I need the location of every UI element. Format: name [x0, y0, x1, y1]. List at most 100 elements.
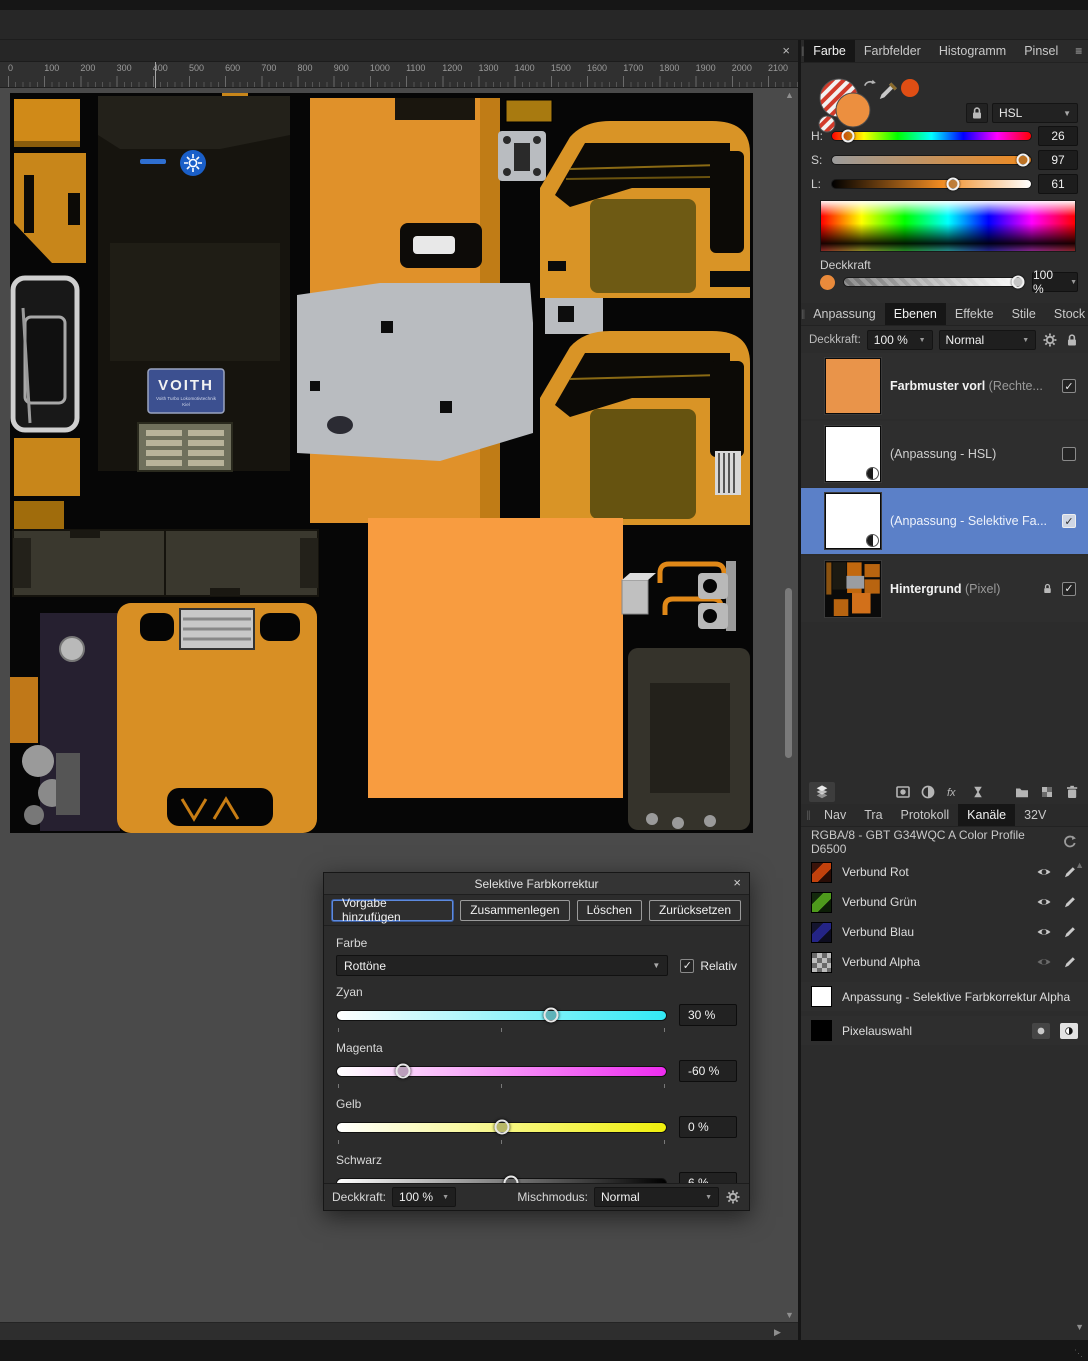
selection-half-icon[interactable] — [1060, 1023, 1078, 1039]
channel-row-pixelauswahl[interactable]: Pixelauswahl — [801, 1016, 1088, 1045]
color-model-select[interactable]: HSL ▼ — [992, 103, 1078, 123]
magenta-slider[interactable] — [336, 1066, 667, 1077]
vertical-scroll-thumb[interactable] — [785, 588, 792, 758]
add-preset-button[interactable]: Vorgabe hinzufügen — [332, 900, 453, 921]
layer-row-farbmuster[interactable]: Farbmuster vorl (Rechte... ✓ — [801, 353, 1088, 419]
layer-row-selektive-farbkorrektur[interactable]: (Anpassung - Selektive Fa... ✓ — [801, 488, 1088, 554]
yellow-value[interactable]: 0 % — [679, 1116, 737, 1138]
tab-32v[interactable]: 32V — [1015, 804, 1055, 826]
document-close-icon[interactable]: × — [782, 43, 790, 58]
color-mixer-field[interactable] — [820, 200, 1076, 252]
merge-button[interactable]: Zusammenlegen — [460, 900, 569, 921]
eye-icon[interactable] — [1036, 894, 1052, 910]
magenta-handle[interactable] — [395, 1064, 410, 1079]
tab-protokoll[interactable]: Protokoll — [892, 804, 959, 826]
hue-value[interactable]: 26 — [1038, 126, 1078, 146]
dialog-close-icon[interactable]: × — [733, 875, 741, 890]
saturation-handle[interactable] — [1017, 154, 1030, 167]
channels-scroll-up-icon[interactable]: ▲ — [1075, 860, 1084, 870]
tab-anpassung[interactable]: Anpassung — [804, 303, 885, 325]
tab-farbe[interactable]: Farbe — [804, 40, 855, 62]
layer-visibility-checkbox[interactable]: ✓ — [1062, 379, 1076, 393]
mask-icon[interactable] — [895, 784, 911, 800]
layer-row-hintergrund[interactable]: Hintergrund (Pixel) ✓ — [801, 556, 1088, 622]
cyan-slider[interactable] — [336, 1010, 667, 1021]
layer-thumbnail[interactable] — [825, 358, 881, 414]
panel-scroll-down-icon[interactable]: ▼ — [1075, 1322, 1084, 1332]
tab-kanaele[interactable]: Kanäle — [958, 804, 1015, 826]
tab-stock[interactable]: Stock — [1045, 303, 1088, 325]
reset-icon[interactable] — [1062, 834, 1078, 850]
tab-effekte[interactable]: Effekte — [946, 303, 1003, 325]
dialog-blend-select[interactable]: Normal▼ — [594, 1187, 719, 1207]
pencil-icon[interactable] — [1062, 894, 1078, 910]
trash-icon[interactable] — [1064, 784, 1080, 800]
live-filter-icon[interactable] — [970, 784, 986, 800]
vertical-scrollbar[interactable]: ▲ ▼ — [782, 88, 796, 1322]
layer-row-hsl[interactable]: (Anpassung - HSL) ✓ — [801, 421, 1088, 487]
relative-checkbox[interactable]: ✓ — [680, 959, 694, 973]
channel-row-alpha[interactable]: Verbund Alpha — [801, 947, 1088, 977]
adjustment-icon[interactable] — [920, 784, 936, 800]
hue-slider[interactable] — [831, 131, 1032, 141]
tab-tra[interactable]: Tra — [855, 804, 891, 826]
channel-row-adjustment-alpha[interactable]: Anpassung - Selektive Farbkorrektur Alph… — [801, 982, 1088, 1011]
selective-color-dialog[interactable]: Selektive Farbkorrektur × Vorgabe hinzuf… — [323, 872, 750, 1211]
panel-menu-icon[interactable]: ≡ — [1067, 40, 1088, 62]
pencil-icon[interactable] — [1062, 924, 1078, 940]
scroll-right-icon[interactable]: ▶ — [774, 1327, 781, 1338]
checkerboard-icon[interactable] — [1039, 784, 1055, 800]
dialog-opacity-select[interactable]: 100 %▼ — [392, 1187, 456, 1207]
luminance-slider[interactable] — [831, 179, 1032, 189]
opacity-slider[interactable] — [843, 277, 1024, 287]
gear-icon[interactable] — [725, 1189, 741, 1205]
magenta-value[interactable]: -60 % — [679, 1060, 737, 1082]
yellow-slider[interactable] — [336, 1122, 667, 1133]
opacity-handle[interactable] — [1011, 276, 1024, 289]
reset-button[interactable]: Zurücksetzen — [649, 900, 741, 921]
eye-icon[interactable] — [1036, 864, 1052, 880]
color-lock-button[interactable] — [966, 103, 988, 123]
layer-visibility-checkbox[interactable]: ✓ — [1062, 447, 1076, 461]
yellow-handle[interactable] — [494, 1120, 509, 1135]
luminance-handle[interactable] — [947, 178, 960, 191]
pencil-icon[interactable] — [1062, 954, 1078, 970]
layer-thumbnail[interactable] — [825, 561, 881, 617]
document-canvas[interactable]: VOITH Voith Turbo Lokomotivtechnik Kiel — [10, 93, 753, 833]
group-folder-icon[interactable] — [1014, 784, 1030, 800]
blend-mode-select[interactable]: Normal▼ — [939, 330, 1037, 350]
tab-farbfelder[interactable]: Farbfelder — [855, 40, 930, 62]
layer-thumbnail[interactable] — [825, 493, 881, 549]
layer-visibility-checkbox[interactable]: ✓ — [1062, 582, 1076, 596]
horizontal-scrollbar[interactable]: ▶ — [0, 1322, 798, 1340]
saturation-slider[interactable] — [831, 155, 1032, 165]
tab-stile[interactable]: Stile — [1003, 303, 1045, 325]
tab-pinsel[interactable]: Pinsel — [1015, 40, 1067, 62]
color-range-select[interactable]: Rottöne ▼ — [336, 955, 668, 976]
tab-histogramm[interactable]: Histogramm — [930, 40, 1015, 62]
channel-row-blau[interactable]: Verbund Blau — [801, 917, 1088, 947]
resize-grip[interactable]: ⋱ — [1074, 1348, 1084, 1359]
panel-grip[interactable]: || — [801, 804, 815, 826]
cyan-value[interactable]: 30 % — [679, 1004, 737, 1026]
scroll-down-icon[interactable]: ▼ — [785, 1310, 794, 1320]
cyan-handle[interactable] — [543, 1008, 558, 1023]
layer-visibility-checkbox[interactable]: ✓ — [1062, 514, 1076, 528]
tab-nav[interactable]: Nav — [815, 804, 855, 826]
selection-circle-icon[interactable] — [1032, 1023, 1050, 1039]
fx-icon[interactable]: fx — [945, 784, 961, 800]
lock-icon[interactable] — [1064, 332, 1080, 348]
delete-button[interactable]: Löschen — [577, 900, 642, 921]
gear-icon[interactable] — [1042, 332, 1058, 348]
eye-icon[interactable] — [1036, 924, 1052, 940]
luminance-value[interactable]: 61 — [1038, 174, 1078, 194]
eye-icon[interactable] — [1036, 954, 1052, 970]
layers-opacity-select[interactable]: 100 %▼ — [867, 330, 933, 350]
hue-handle[interactable] — [841, 130, 854, 143]
layers-stack-button[interactable] — [809, 782, 835, 802]
tab-ebenen[interactable]: Ebenen — [885, 303, 946, 325]
scroll-up-icon[interactable]: ▲ — [785, 90, 794, 100]
channel-row-gruen[interactable]: Verbund Grün — [801, 887, 1088, 917]
opacity-value[interactable]: 100 %▼ — [1032, 272, 1078, 292]
layer-thumbnail[interactable] — [825, 426, 881, 482]
